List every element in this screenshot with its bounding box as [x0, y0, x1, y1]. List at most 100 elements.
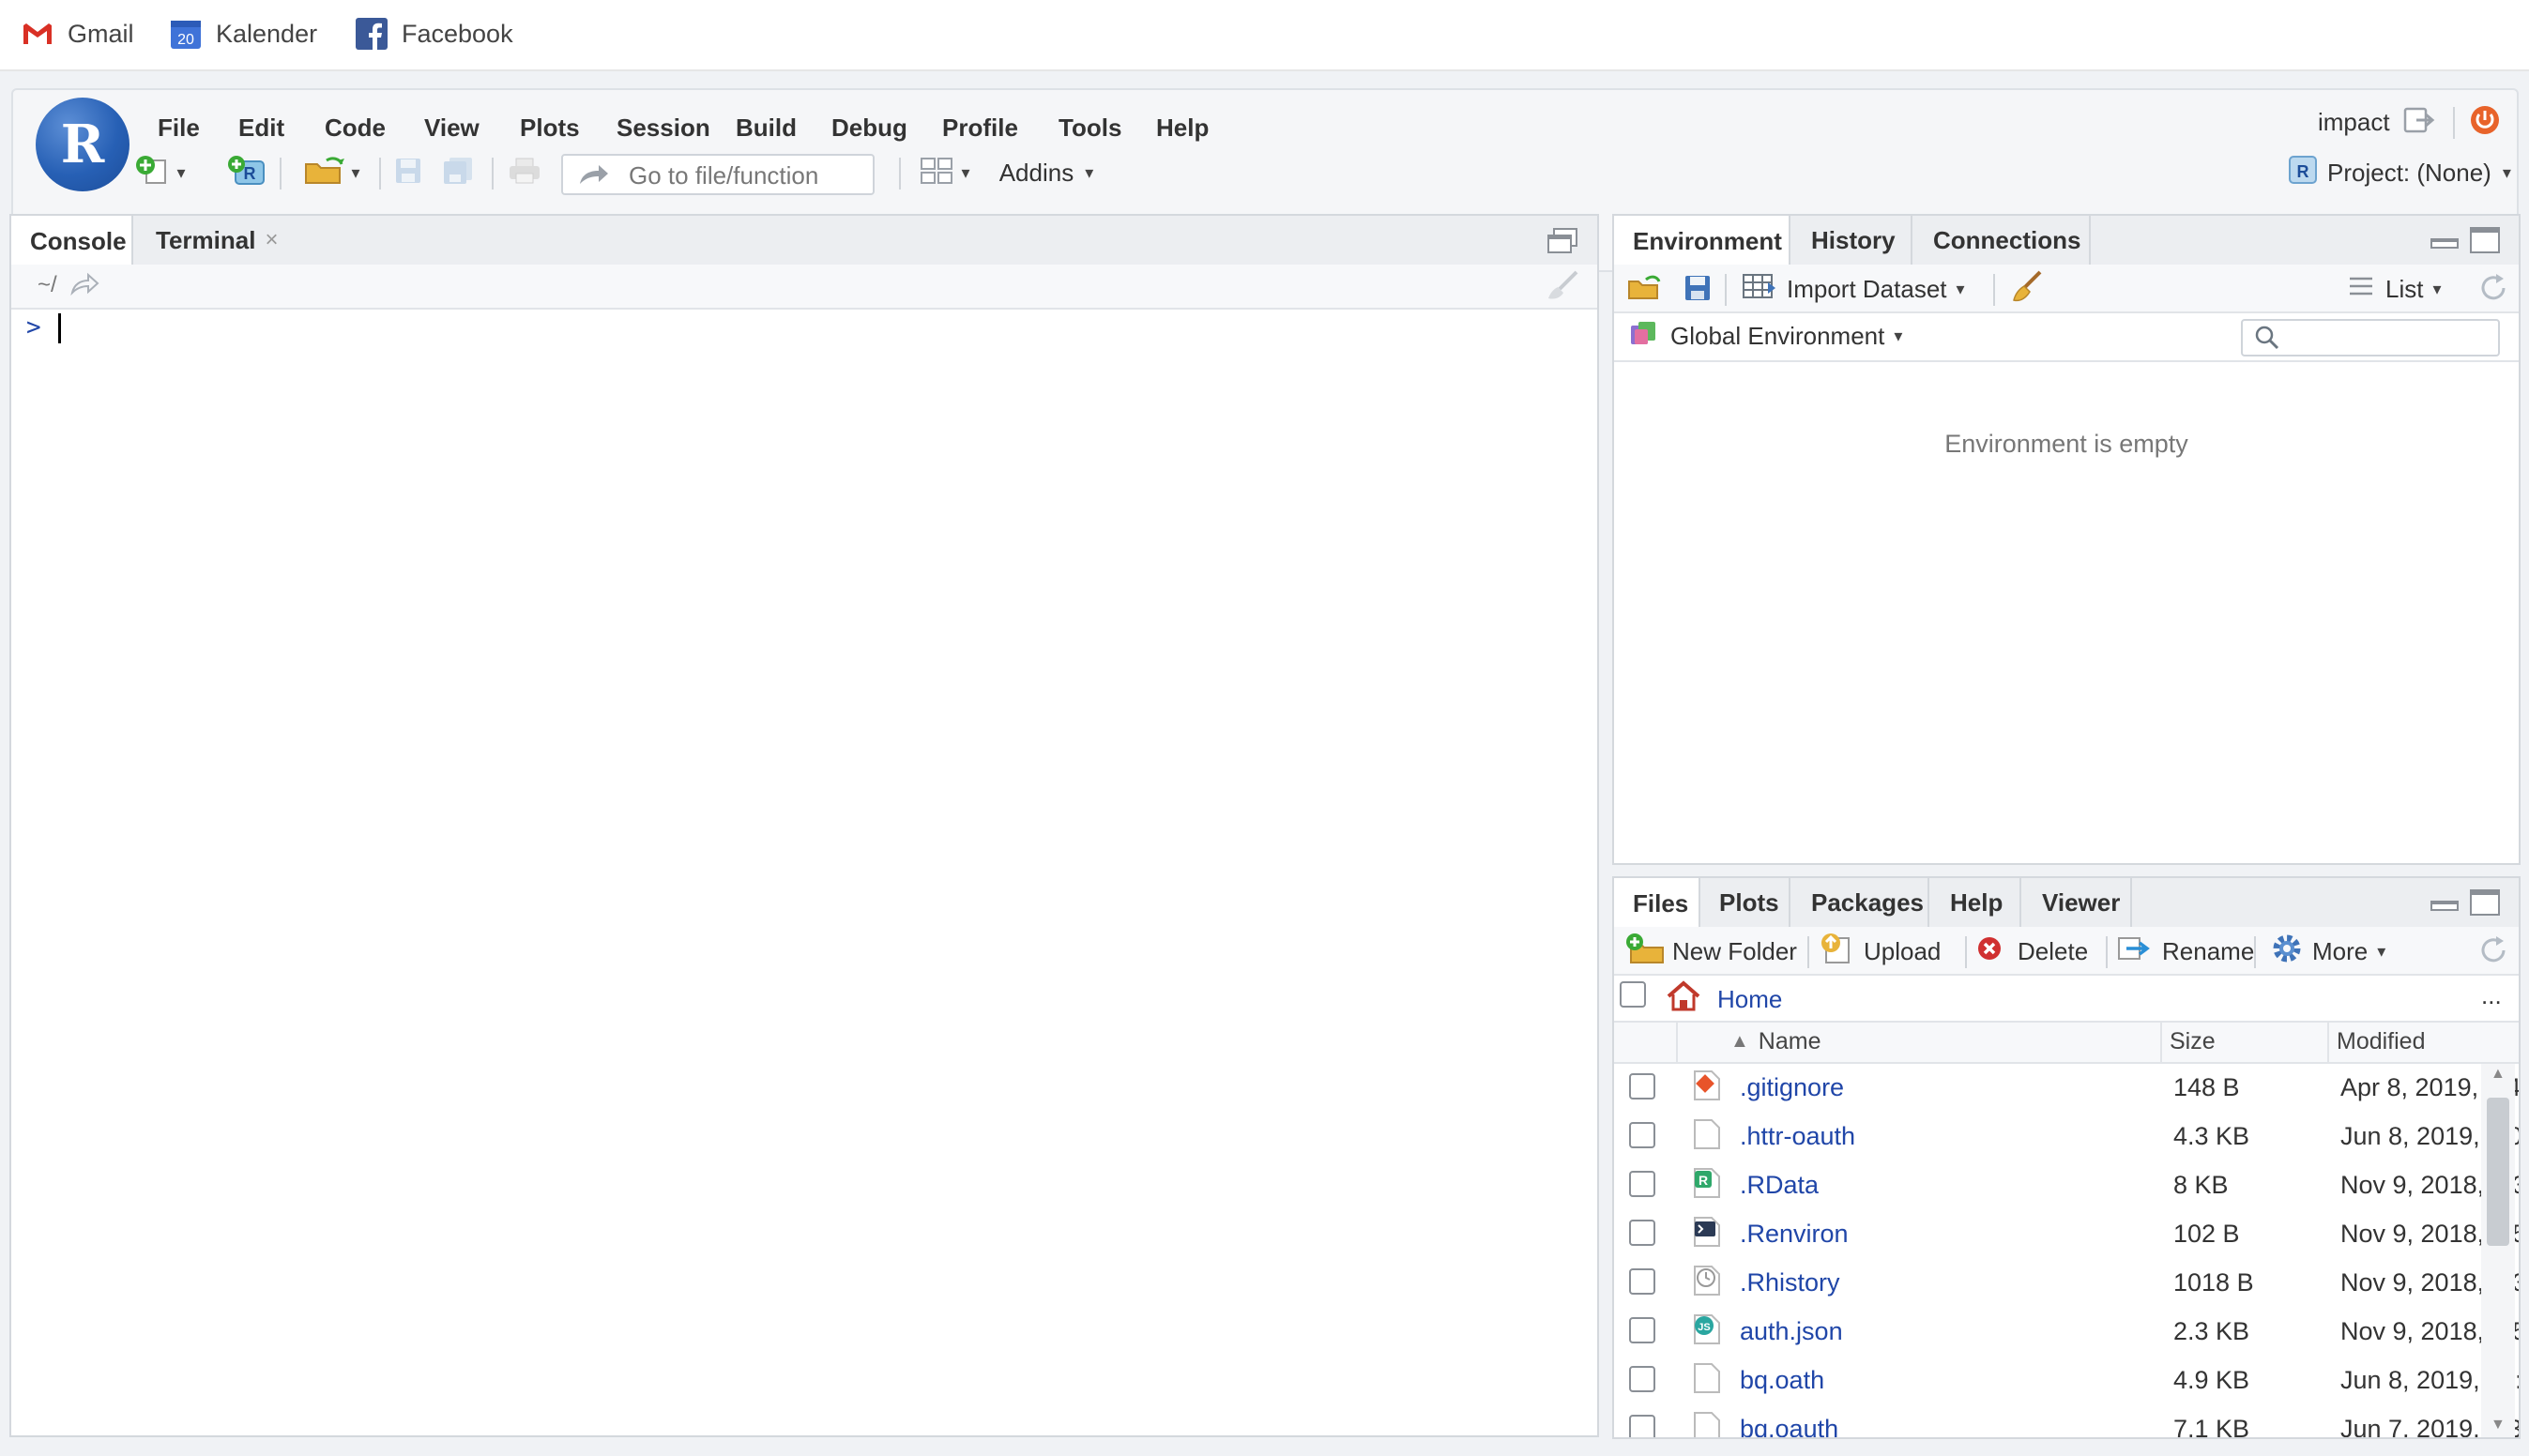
- menu-build[interactable]: Build: [736, 109, 797, 146]
- scroll-down-icon[interactable]: ▼: [2491, 1417, 2506, 1433]
- restore-pane-icon[interactable]: [1546, 227, 1578, 260]
- row-checkbox[interactable]: [1629, 1171, 1655, 1197]
- upload-icon: [1821, 933, 1852, 971]
- bookmark-facebook[interactable]: Facebook: [355, 15, 513, 53]
- tab-environment[interactable]: Environment: [1612, 216, 1790, 266]
- close-icon[interactable]: ×: [265, 227, 278, 253]
- maximize-pane-icon[interactable]: [2470, 227, 2500, 258]
- file-name-link[interactable]: .Rhistory: [1740, 1268, 1840, 1297]
- file-name-link[interactable]: .RData: [1740, 1171, 1819, 1200]
- sign-out-button[interactable]: [2399, 103, 2442, 141]
- row-checkbox[interactable]: [1629, 1073, 1655, 1100]
- view-mode-label: List: [2385, 274, 2424, 303]
- chevron-down-icon: ▾: [2502, 162, 2511, 182]
- clear-console-icon[interactable]: [1543, 270, 1580, 307]
- more-menu[interactable]: More ▾: [2271, 933, 2385, 970]
- save-all-button[interactable]: [439, 154, 479, 191]
- table-row[interactable]: .Rhistory 1018 B Nov 9, 2018, 4:3: [1614, 1259, 2519, 1308]
- table-row[interactable]: .httr-oauth 4.3 KB Jun 8, 2019, 8:0: [1614, 1113, 2519, 1161]
- menu-view[interactable]: View: [424, 109, 480, 146]
- row-checkbox[interactable]: [1629, 1366, 1655, 1392]
- new-project-button[interactable]: R: [225, 154, 268, 191]
- import-dataset-menu[interactable]: Import Dataset ▾: [1742, 270, 1965, 308]
- console-cursor[interactable]: [58, 313, 61, 343]
- menu-session[interactable]: Session: [617, 109, 710, 146]
- select-all-checkbox[interactable]: [1620, 981, 1646, 1008]
- addins-menu[interactable]: Addins ▾: [985, 154, 1107, 191]
- refresh-icon[interactable]: [2477, 272, 2509, 309]
- row-checkbox[interactable]: [1629, 1268, 1655, 1295]
- menu-file[interactable]: File: [158, 109, 200, 146]
- column-header-name-label: Name: [1758, 1028, 1821, 1054]
- table-row[interactable]: bq.oauth 7.1 KB Jun 7, 2019, 3:3: [1614, 1405, 2519, 1437]
- tab-connections[interactable]: Connections: [1914, 216, 2091, 265]
- menu-code[interactable]: Code: [325, 109, 386, 146]
- column-header-size[interactable]: Size: [2170, 1028, 2216, 1055]
- refresh-icon[interactable]: [2477, 934, 2509, 971]
- pane-layout-button[interactable]: ▾: [912, 154, 978, 191]
- menu-tools[interactable]: Tools: [1059, 109, 1121, 146]
- tab-help[interactable]: Help: [1931, 878, 2021, 927]
- load-workspace-icon[interactable]: [1627, 272, 1665, 307]
- file-name-link[interactable]: bq.oath: [1740, 1366, 1824, 1395]
- tab-terminal[interactable]: Terminal ×: [137, 216, 306, 265]
- goto-dir-icon[interactable]: [69, 272, 99, 301]
- vertical-scrollbar[interactable]: ▲ ▼: [2481, 1064, 2515, 1437]
- file-name-link[interactable]: .Renviron: [1740, 1220, 1849, 1249]
- broom-icon[interactable]: [2008, 270, 2044, 309]
- table-row[interactable]: bq.oath 4.9 KB Jun 8, 2019, 10:: [1614, 1357, 2519, 1405]
- tab-viewer[interactable]: Viewer: [2023, 878, 2132, 927]
- breadcrumb-home[interactable]: Home: [1717, 985, 1782, 1014]
- open-file-button[interactable]: ▾: [295, 154, 370, 191]
- save-workspace-icon[interactable]: [1683, 274, 1712, 307]
- environment-scope-menu[interactable]: Global Environment ▾: [1629, 317, 1902, 355]
- view-mode-menu[interactable]: List ▾: [2348, 270, 2442, 308]
- table-row[interactable]: R .RData 8 KB Nov 9, 2018, 4:3: [1614, 1161, 2519, 1210]
- tab-plots[interactable]: Plots: [1700, 878, 1790, 927]
- delete-button[interactable]: Delete: [1976, 933, 2088, 970]
- print-button[interactable]: [503, 154, 546, 191]
- menu-edit[interactable]: Edit: [238, 109, 284, 146]
- environment-search-input[interactable]: [2241, 319, 2500, 356]
- bookmark-gmail[interactable]: Gmail: [21, 15, 134, 53]
- quit-session-button[interactable]: [2466, 103, 2504, 141]
- menu-debug[interactable]: Debug: [831, 109, 907, 146]
- rename-button[interactable]: Rename: [2117, 933, 2254, 970]
- goto-file-input[interactable]: Go to file/function: [561, 154, 875, 195]
- tab-files[interactable]: Files: [1614, 878, 1700, 929]
- menu-profile[interactable]: Profile: [942, 109, 1018, 146]
- minimize-pane-icon[interactable]: [2430, 236, 2459, 254]
- save-all-icon: [442, 156, 476, 190]
- row-checkbox[interactable]: [1629, 1122, 1655, 1148]
- maximize-pane-icon[interactable]: [2470, 889, 2500, 920]
- row-checkbox[interactable]: [1629, 1415, 1655, 1437]
- file-name-link[interactable]: .gitignore: [1740, 1073, 1844, 1102]
- menu-plots[interactable]: Plots: [520, 109, 580, 146]
- table-row[interactable]: JS auth.json 2.3 KB Nov 9, 2018, 2:5: [1614, 1308, 2519, 1357]
- new-file-button[interactable]: ▾: [136, 154, 186, 191]
- table-row[interactable]: .gitignore 148 B Apr 8, 2019, 2:4: [1614, 1064, 2519, 1113]
- menu-help[interactable]: Help: [1156, 109, 1209, 146]
- upload-label: Upload: [1864, 936, 1942, 965]
- column-header-modified[interactable]: Modified: [2337, 1028, 2426, 1055]
- table-row[interactable]: .Renviron 102 B Nov 9, 2018, 2:5: [1614, 1210, 2519, 1259]
- more-path-button[interactable]: ...: [2481, 981, 2502, 1010]
- scroll-up-icon[interactable]: ▲: [2491, 1066, 2506, 1083]
- tab-history[interactable]: History: [1792, 216, 1912, 265]
- tab-console[interactable]: Console: [9, 216, 133, 266]
- upload-button[interactable]: Upload: [1821, 933, 1941, 970]
- project-menu[interactable]: R Project: (None) ▾: [2288, 154, 2511, 191]
- scrollbar-thumb[interactable]: [2487, 1098, 2509, 1246]
- column-header-name[interactable]: ▲ Name: [1730, 1028, 1821, 1055]
- save-button[interactable]: [390, 154, 426, 191]
- minimize-pane-icon[interactable]: [2430, 899, 2459, 917]
- file-name-link[interactable]: bq.oauth: [1740, 1415, 1838, 1437]
- bookmark-kalender[interactable]: 20 Kalender: [169, 15, 317, 53]
- row-checkbox[interactable]: [1629, 1317, 1655, 1343]
- new-folder-button[interactable]: New Folder: [1625, 933, 1797, 970]
- tab-packages[interactable]: Packages: [1792, 878, 1929, 927]
- row-checkbox[interactable]: [1629, 1220, 1655, 1246]
- file-name-link[interactable]: .httr-oauth: [1740, 1122, 1855, 1151]
- home-icon[interactable]: [1665, 979, 1702, 1018]
- file-name-link[interactable]: auth.json: [1740, 1317, 1843, 1346]
